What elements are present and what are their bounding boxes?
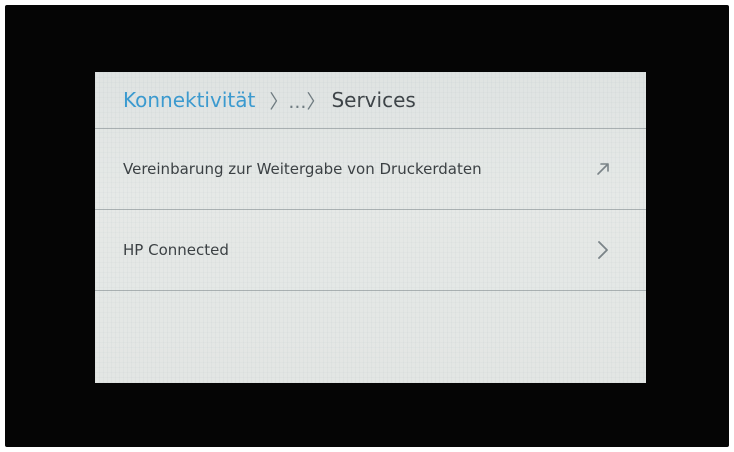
list-item-label: HP Connected <box>123 241 229 259</box>
printer-touch-screen: Konnektivität 〉...〉 Services Vereinbarun… <box>95 72 646 383</box>
breadcrumb: Konnektivität 〉...〉 Services <box>95 72 646 128</box>
divider <box>95 290 646 291</box>
list-item-label: Vereinbarung zur Weitergabe von Druckerd… <box>123 160 482 178</box>
list-item-hp-connected[interactable]: HP Connected <box>95 210 646 290</box>
breadcrumb-ellipsis[interactable]: 〉...〉 <box>269 87 325 114</box>
breadcrumb-parent-link[interactable]: Konnektivität <box>123 88 255 112</box>
page-title: Services <box>331 88 416 112</box>
chevron-right-icon <box>594 241 612 259</box>
external-arrow-icon <box>594 160 612 178</box>
list-item-data-sharing-agreement[interactable]: Vereinbarung zur Weitergabe von Druckerd… <box>95 129 646 209</box>
